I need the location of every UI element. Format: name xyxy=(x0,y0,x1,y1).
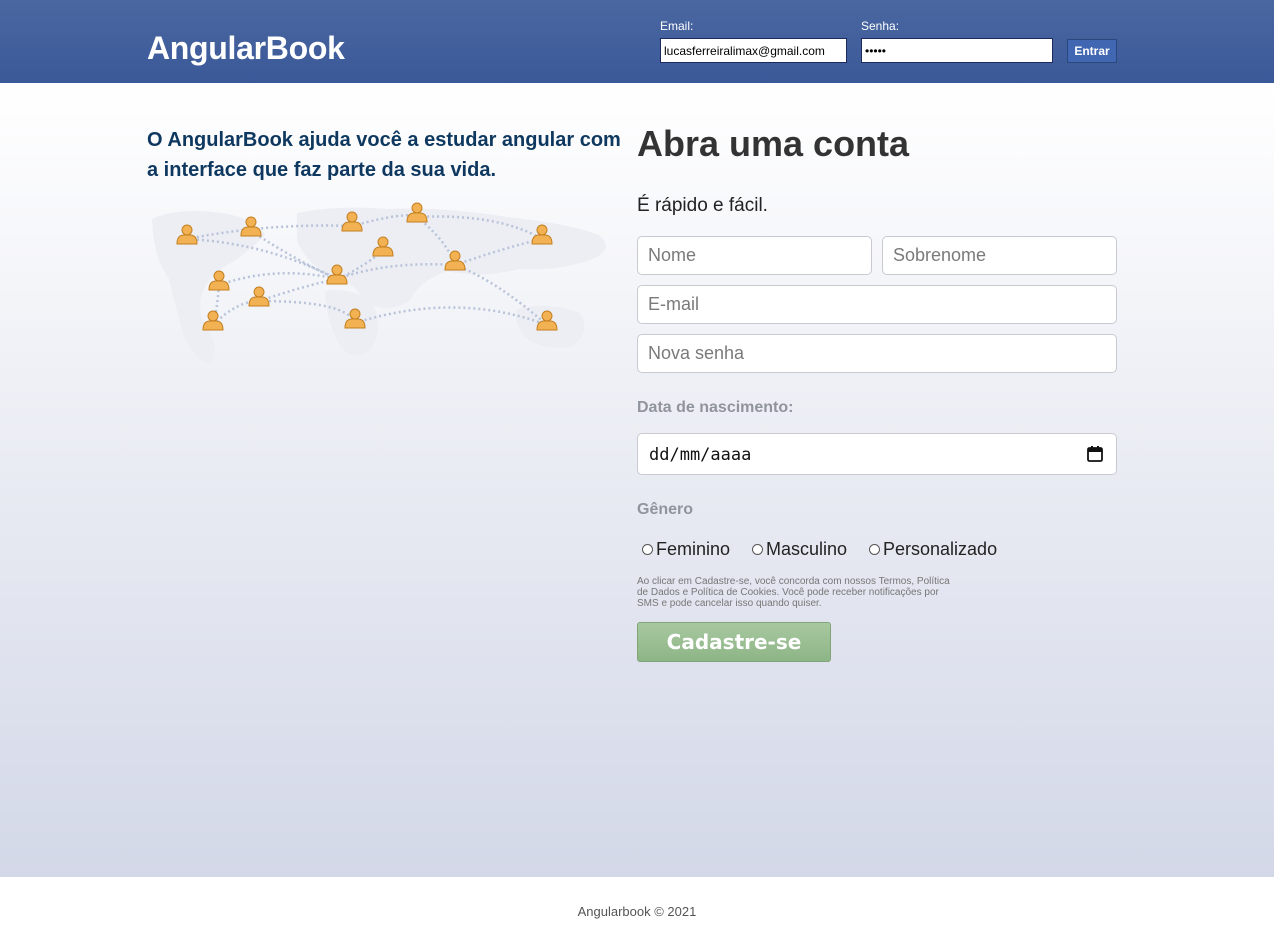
login-password-label: Senha: xyxy=(861,19,900,33)
gender-option-label: Personalizado xyxy=(883,539,998,559)
gender-option-feminino[interactable]: Feminino xyxy=(642,539,730,560)
gender-option-label: Feminino xyxy=(656,539,731,559)
login-email-label: Email: xyxy=(660,19,694,33)
birth-date-label: Data de nascimento: xyxy=(637,399,794,416)
world-map-people-icon xyxy=(152,202,606,363)
signup-title: Abra uma conta xyxy=(637,123,910,164)
radio-button[interactable] xyxy=(869,544,880,555)
brand-logo[interactable]: AngularBook xyxy=(147,30,345,67)
footer-copyright: Angularbook © 2021 xyxy=(577,904,697,919)
login-email-input[interactable] xyxy=(660,38,847,63)
main-content: O AngularBook ajuda você a estudar angul… xyxy=(0,83,1274,877)
footer: Angularbook © 2021 xyxy=(0,877,1274,947)
gender-option-label: Masculino xyxy=(766,539,848,559)
login-password-input[interactable] xyxy=(861,38,1053,63)
birth-date-input[interactable]: dd/mm/aaaa xyxy=(637,433,1117,475)
signup-subtitle: É rápido e fácil. xyxy=(637,195,768,216)
gender-option-masculino[interactable]: Masculino xyxy=(752,539,847,560)
signup-email-input[interactable] xyxy=(637,285,1117,324)
last-name-input[interactable] xyxy=(882,236,1117,275)
birth-date-value: dd/mm/aaaa xyxy=(649,445,752,465)
top-bar: AngularBook Email: Senha: Entrar xyxy=(0,0,1274,83)
intro-tagline: O AngularBook ajuda você a estudar angul… xyxy=(147,129,621,181)
terms-text: Ao clicar em Cadastre-se, você concorda … xyxy=(637,576,950,609)
gender-option-personalizado[interactable]: Personalizado xyxy=(869,539,997,560)
radio-button[interactable] xyxy=(752,544,763,555)
radio-button[interactable] xyxy=(642,544,653,555)
signup-button[interactable]: Cadastre-se xyxy=(637,622,831,662)
gender-label: Gênero xyxy=(637,501,694,518)
new-password-input[interactable] xyxy=(637,334,1117,373)
login-button[interactable]: Entrar xyxy=(1067,39,1117,63)
calendar-icon[interactable] xyxy=(1086,445,1104,463)
first-name-input[interactable] xyxy=(637,236,872,275)
